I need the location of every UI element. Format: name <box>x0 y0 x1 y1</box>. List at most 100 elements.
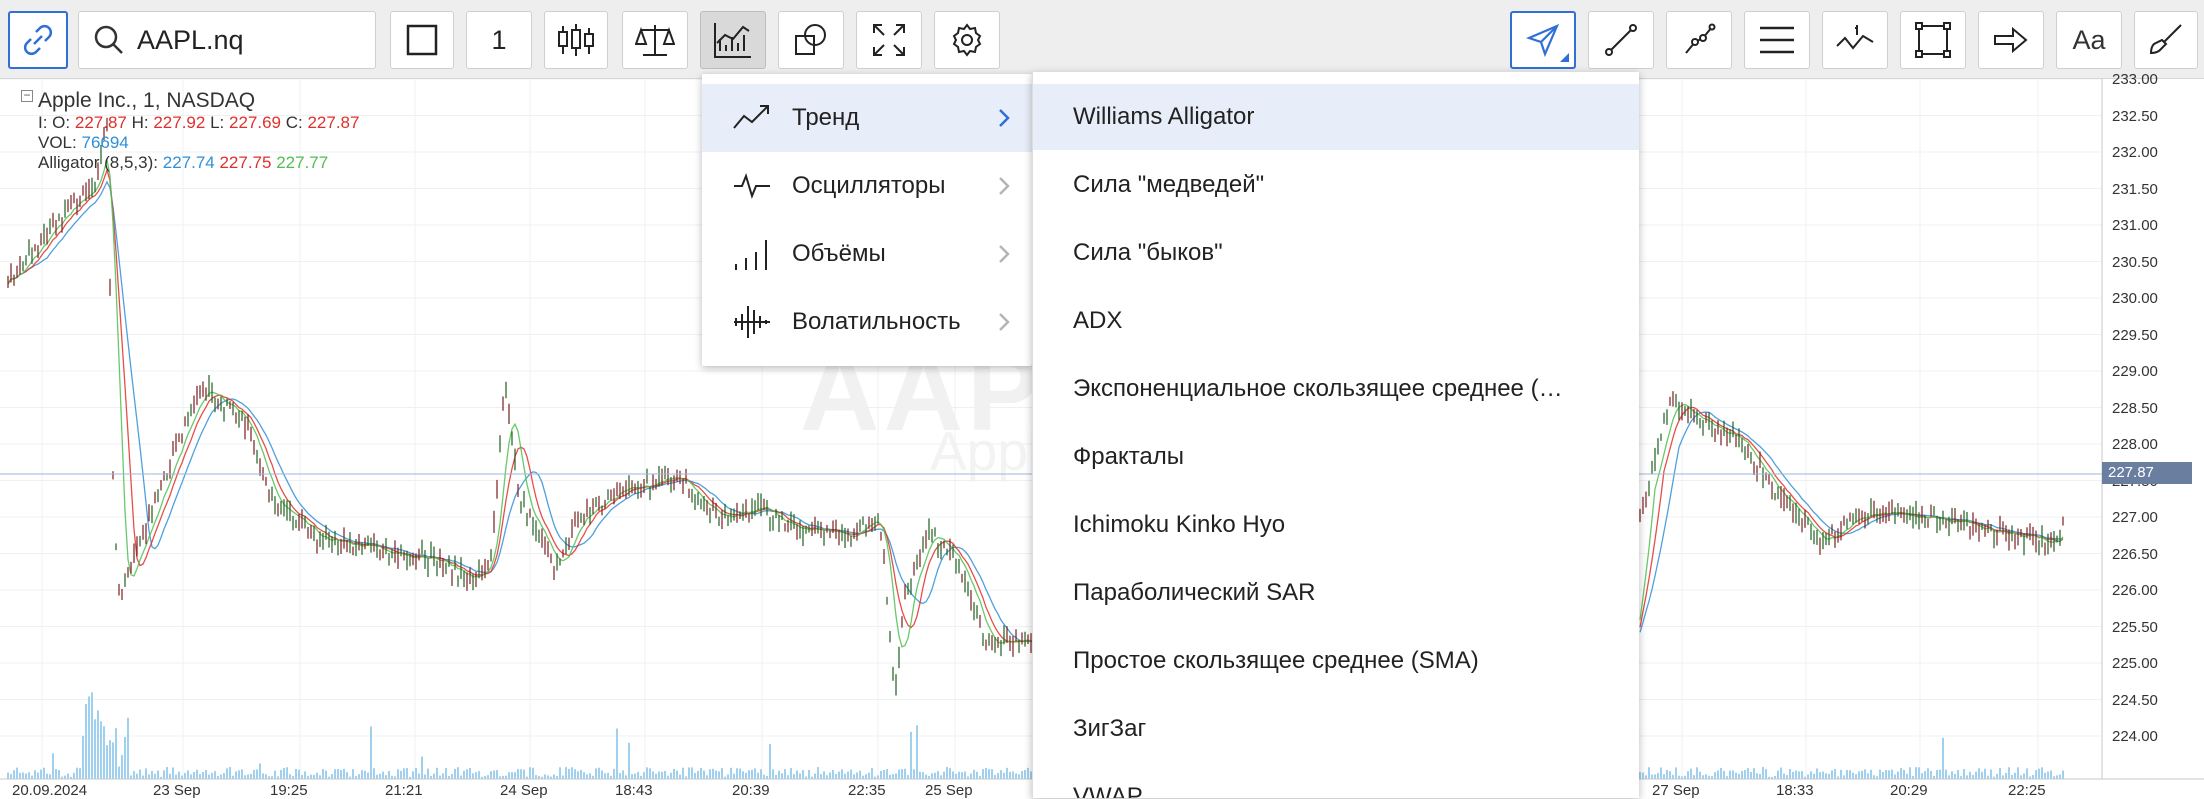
annotation-tool-button[interactable] <box>1822 11 1888 69</box>
polyline-tool-button[interactable] <box>1666 11 1732 69</box>
channel-tool-button[interactable] <box>1744 11 1810 69</box>
trendline-tool-button[interactable] <box>1588 11 1654 69</box>
time-tick-label: 20:29 <box>1890 782 1928 799</box>
price-tick-label: 227.00 <box>2112 509 2158 526</box>
trend-indicator-label: Фракталы <box>1073 443 1185 470</box>
cursor-tool-button[interactable] <box>1510 11 1576 69</box>
brush-icon <box>2149 24 2182 55</box>
volume-bar <box>1969 771 1971 779</box>
indicators-button[interactable] <box>700 11 766 69</box>
legend-close-label: C: <box>285 113 303 132</box>
volume-bar <box>2050 770 2052 779</box>
volume-bar <box>139 769 141 779</box>
volume-bar <box>892 774 894 779</box>
volume-bar <box>820 774 822 779</box>
brush-tool-button[interactable] <box>2134 11 2198 69</box>
volume-bar <box>988 769 990 779</box>
volume-bar <box>772 769 774 779</box>
volume-bar <box>1675 767 1677 779</box>
line-icon <box>1605 24 1637 56</box>
shapes-button[interactable] <box>778 11 844 69</box>
volume-bar <box>991 769 993 779</box>
volume-bar <box>241 769 243 779</box>
compare-button[interactable] <box>622 11 688 69</box>
volume-bar <box>235 771 237 779</box>
trend-indicator-item[interactable]: Параболический SAR <box>1033 560 1639 626</box>
volume-bar <box>346 772 348 779</box>
interval-button[interactable]: 1 <box>466 11 532 69</box>
indicator-category-item[interactable]: Волатильность <box>702 288 1032 356</box>
volume-bar <box>856 772 858 779</box>
legend-collapse-toggle[interactable]: − <box>21 89 33 102</box>
settings-button[interactable] <box>934 11 1000 69</box>
volume-bar <box>1759 774 1761 779</box>
rectangle-tool-button[interactable] <box>1900 11 1966 69</box>
time-tick-label: 23 Sep <box>153 782 201 799</box>
chart-style-button[interactable] <box>390 11 454 69</box>
link-button[interactable] <box>8 11 68 69</box>
volume-bar <box>163 770 165 779</box>
volume-bar <box>436 767 438 779</box>
volume-bar <box>1852 772 1854 779</box>
volume-bar <box>361 770 363 779</box>
trend-indicator-item[interactable]: Экспоненциальное скользящее среднее (… <box>1033 356 1639 422</box>
trend-indicator-item[interactable]: Сила "быков" <box>1033 220 1639 286</box>
indicator-category-item[interactable]: Тренд <box>702 84 1032 152</box>
volume-bar <box>670 772 672 779</box>
volume-bar <box>403 768 405 779</box>
volume-bar <box>826 775 828 779</box>
legend-ohlc: I: O: 227.87 H: 227.92 L: 227.69 C: 227.… <box>38 113 359 133</box>
indicator-category-item[interactable]: Осцилляторы <box>702 152 1032 220</box>
volume-bar <box>301 774 303 779</box>
volume-bar <box>1921 773 1923 779</box>
volume-bar <box>421 756 423 779</box>
trend-indicator-item[interactable]: Простое скользящее среднее (SMA) <box>1033 628 1639 694</box>
volume-bar <box>88 696 90 779</box>
text-tool-button[interactable]: Aa <box>2056 11 2122 69</box>
volume-bar <box>1672 774 1674 779</box>
volume-bar <box>847 771 849 779</box>
oscillator-icon <box>734 172 770 200</box>
volume-bar <box>946 767 948 779</box>
trend-indicator-item[interactable]: Сила "медведей" <box>1033 152 1639 218</box>
volume-bar <box>802 770 804 779</box>
volume-bar <box>118 766 120 779</box>
volume-bar <box>1723 770 1725 779</box>
trend-indicator-item[interactable]: Ichimoku Kinko Hyo <box>1033 492 1639 558</box>
price-tick-label: 225.00 <box>2112 655 2158 672</box>
candles-button[interactable] <box>544 11 608 69</box>
price-tick-label: 232.50 <box>2112 107 2158 125</box>
trend-indicator-item[interactable]: VWAP <box>1033 764 1639 798</box>
symbol-search-input[interactable]: AAPL.nq <box>78 11 376 69</box>
volume-bar <box>157 770 159 779</box>
volume-bar <box>703 770 705 779</box>
volume-bar <box>895 773 897 779</box>
volume-bar <box>553 774 555 779</box>
trend-indicator-item[interactable]: ADX <box>1033 288 1639 354</box>
volume-bar <box>319 775 321 779</box>
trend-indicator-item[interactable]: ЗигЗаг <box>1033 696 1639 762</box>
volume-bar <box>220 774 222 779</box>
volume-bar <box>628 742 630 779</box>
volume-bar <box>1888 770 1890 779</box>
fullscreen-button[interactable] <box>856 11 922 69</box>
arrow-tool-button[interactable] <box>1978 11 2044 69</box>
volume-bar <box>37 772 39 779</box>
volume-bar <box>187 770 189 779</box>
volume-bar <box>901 769 903 779</box>
volume-bar <box>1747 768 1749 779</box>
trend-indicator-item[interactable]: Williams Alligator <box>1033 84 1639 150</box>
time-tick-label: 22:35 <box>848 782 886 799</box>
trend-indicator-item[interactable]: Фракталы <box>1033 424 1639 490</box>
volume-bar <box>130 775 132 779</box>
legend-high-label: H: <box>131 113 149 132</box>
volume-bar <box>1714 772 1716 779</box>
time-tick-label: 18:43 <box>615 782 653 799</box>
volume-bar <box>1657 773 1659 779</box>
volume-bar <box>2062 770 2064 779</box>
volume-bar <box>1639 772 1641 779</box>
indicator-category-item[interactable]: Объёмы <box>702 220 1032 288</box>
volume-bar <box>52 753 54 779</box>
volume-bar <box>112 742 114 779</box>
chevron-right-icon <box>999 313 1010 331</box>
